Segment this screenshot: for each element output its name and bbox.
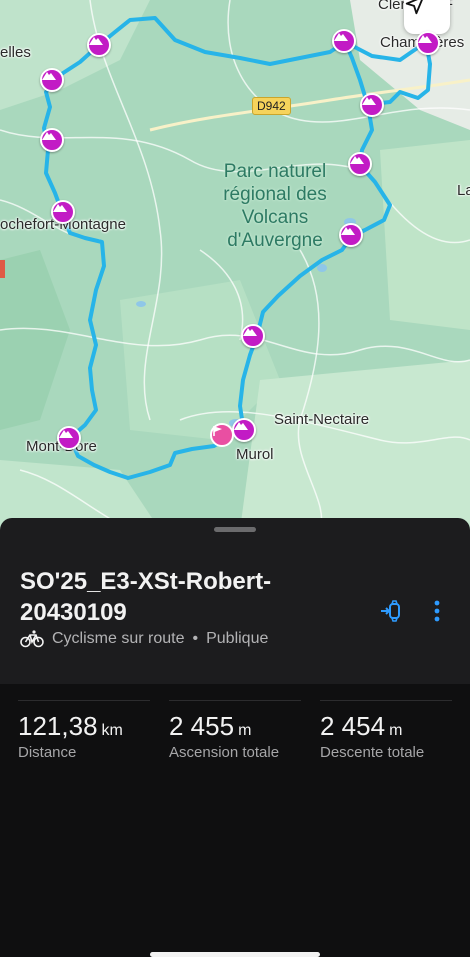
mountain-icon xyxy=(89,37,103,45)
edge-marker xyxy=(0,260,5,278)
stat-unit: km xyxy=(101,722,123,739)
stat-descent: 2 454 m Descente totale xyxy=(320,700,452,761)
send-to-watch-icon xyxy=(381,600,400,622)
place-la: La xyxy=(457,182,470,199)
stat-distance: 121,38 km Distance xyxy=(18,700,150,761)
stat-value: 2 455 xyxy=(169,711,235,741)
mountain-icon xyxy=(234,422,248,430)
flag-icon xyxy=(213,426,222,436)
stat-label: Descente totale xyxy=(320,744,425,761)
mountain-icon xyxy=(362,97,376,105)
route-meta: Cyclisme sur route • Publique xyxy=(20,630,268,648)
navigation-arrow-icon xyxy=(405,0,423,15)
place-murol: Murol xyxy=(236,446,274,463)
mountain-icon xyxy=(53,204,67,212)
route-details-sheet: SO'25_E3-XSt-Robert-20430109 Cyclisme su… xyxy=(0,518,470,957)
start-flag-marker[interactable] xyxy=(210,423,234,447)
stats-panel: 121,38 km Distance 2 455 m Ascension total… xyxy=(0,684,470,957)
more-vertical-icon xyxy=(434,600,440,622)
climb-marker[interactable] xyxy=(332,29,356,53)
climb-marker[interactable] xyxy=(51,200,75,224)
mountain-icon xyxy=(341,227,355,235)
home-indicator xyxy=(150,952,320,957)
mountain-icon xyxy=(243,328,257,336)
more-options-button[interactable] xyxy=(426,596,448,626)
stat-ascent: 2 455 m Ascension totale xyxy=(169,700,301,761)
lake xyxy=(317,264,327,272)
location-button[interactable] xyxy=(404,0,450,34)
send-to-device-button[interactable] xyxy=(376,596,406,626)
mountain-icon xyxy=(59,430,73,438)
stat-label: Distance xyxy=(18,744,77,761)
visibility-label: Publique xyxy=(206,630,269,647)
climb-marker[interactable] xyxy=(416,31,440,55)
stat-unit: m xyxy=(238,722,252,739)
stat-value: 121,38 xyxy=(18,711,98,741)
climb-marker[interactable] xyxy=(40,128,64,152)
route-title: SO'25_E3-XSt-Robert-20430109 xyxy=(20,568,272,626)
sheet-drag-handle[interactable] xyxy=(214,527,256,532)
activity-type: Cyclisme sur route xyxy=(52,630,185,647)
climb-marker[interactable] xyxy=(339,223,363,247)
lake xyxy=(136,301,146,307)
climb-marker[interactable] xyxy=(40,68,64,92)
mountain-icon xyxy=(42,72,56,80)
climb-marker[interactable] xyxy=(348,152,372,176)
bicycle-icon xyxy=(20,630,44,648)
mountain-icon xyxy=(42,132,56,140)
mountain-icon xyxy=(418,35,432,43)
place-saint-nectaire: Saint-Nectaire xyxy=(274,411,370,428)
meta-separator: • xyxy=(192,630,199,647)
map-view[interactable]: Clermont-F Chamalières elles ochefort-Mo… xyxy=(0,0,470,530)
climb-marker[interactable] xyxy=(360,93,384,117)
stat-label: Ascension totale xyxy=(169,744,280,761)
place-orcines: elles xyxy=(0,44,31,61)
road-badge: D942 xyxy=(252,97,291,115)
climb-marker[interactable] xyxy=(241,324,265,348)
climb-marker[interactable] xyxy=(232,418,256,442)
climb-marker[interactable] xyxy=(87,33,111,57)
mountain-icon xyxy=(350,156,364,164)
stat-unit: m xyxy=(389,722,403,739)
climb-marker[interactable] xyxy=(57,426,81,450)
mountain-icon xyxy=(334,33,348,41)
park-label: Parc naturel régional des Volcans d'Auve… xyxy=(223,161,327,251)
stat-value: 2 454 xyxy=(320,711,386,741)
